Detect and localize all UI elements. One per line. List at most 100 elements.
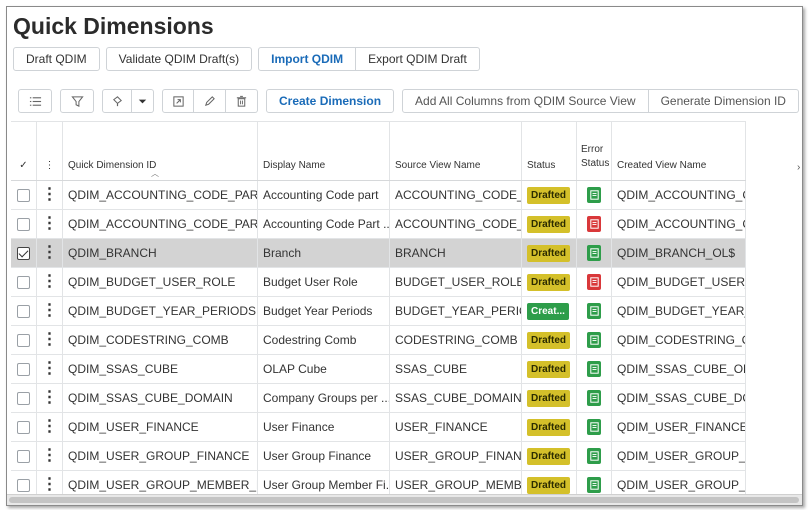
row-menu-cell[interactable]: ⋮ [37, 181, 63, 209]
cell-quick-dimension-id[interactable]: QDIM_SSAS_CUBE_DOMAIN [63, 384, 258, 412]
row-checkbox[interactable] [17, 275, 30, 289]
column-header-error-status[interactable]: Error Status [577, 122, 612, 180]
row-checkbox-cell[interactable] [11, 355, 37, 383]
row-checkbox-cell[interactable] [11, 413, 37, 441]
cell-display-name[interactable]: OLAP Cube [258, 355, 390, 383]
kebab-menu-icon[interactable]: ⋮ [42, 477, 58, 493]
row-checkbox[interactable] [17, 304, 30, 318]
import-qdim-button[interactable]: Import QDIM [258, 47, 357, 71]
cell-display-name[interactable]: Accounting Code part [258, 181, 390, 209]
column-resize-handle[interactable]: › [797, 162, 800, 173]
table-row[interactable]: ⋮ QDIM_BUDGET_YEAR_PERIODS Budget Year Per… [11, 297, 746, 326]
open-detail-button[interactable] [162, 89, 194, 113]
cell-status[interactable]: Drafted [522, 384, 577, 412]
row-checkbox[interactable] [17, 333, 30, 347]
error-status-icon[interactable] [587, 274, 601, 290]
paint-dropdown-button[interactable] [132, 89, 154, 113]
kebab-menu-icon[interactable]: ⋮ [42, 274, 58, 290]
cell-source-view-name[interactable]: CODESTRING_COMB [390, 326, 522, 354]
row-checkbox[interactable] [17, 217, 30, 231]
cell-created-view-name[interactable]: QDIM_BUDGET_YEAR_... [612, 297, 746, 325]
cell-created-view-name[interactable]: QDIM_ACCOUNTING_C... [612, 181, 746, 209]
table-row[interactable]: ⋮ QDIM_BRANCH Branch BRANCH Drafted QDIM_BRAN… [11, 239, 746, 268]
error-status-icon[interactable] [587, 332, 601, 348]
add-all-columns-button[interactable]: Add All Columns from QDIM Source View [402, 89, 649, 113]
paint-button[interactable] [102, 89, 132, 113]
row-menu-cell[interactable]: ⋮ [37, 297, 63, 325]
cell-source-view-name[interactable]: SSAS_CUBE_DOMAIN [390, 384, 522, 412]
cell-display-name[interactable]: User Group Finance [258, 442, 390, 470]
cell-status[interactable]: Drafted [522, 181, 577, 209]
cell-source-view-name[interactable]: ACCOUNTING_CODE_P... [390, 181, 522, 209]
cell-status[interactable]: Creat... [522, 297, 577, 325]
cell-error-status[interactable] [577, 384, 612, 412]
row-checkbox[interactable] [17, 420, 30, 434]
cell-error-status[interactable] [577, 413, 612, 441]
cell-display-name[interactable]: Accounting Code Part ... [258, 210, 390, 238]
cell-quick-dimension-id[interactable]: QDIM_USER_GROUP_FINANCE [63, 442, 258, 470]
list-toggle-button[interactable] [18, 89, 52, 113]
cell-display-name[interactable]: Budget User Role [258, 268, 390, 296]
kebab-menu-icon[interactable]: ⋮ [42, 187, 58, 203]
column-header-source-view-name[interactable]: Source View Name [390, 122, 522, 180]
draft-qdim-button[interactable]: Draft QDIM [13, 47, 100, 71]
cell-quick-dimension-id[interactable]: QDIM_USER_FINANCE [63, 413, 258, 441]
cell-status[interactable]: Drafted [522, 239, 577, 267]
table-row[interactable]: ⋮ QDIM_USER_FINANCE User Finance USER_FINAN… [11, 413, 746, 442]
cell-source-view-name[interactable]: USER_GROUP_FINANCE [390, 442, 522, 470]
cell-status[interactable]: Drafted [522, 442, 577, 470]
error-status-icon[interactable] [587, 419, 601, 435]
table-row[interactable]: ⋮ QDIM_BUDGET_USER_ROLE Budget User Role BU… [11, 268, 746, 297]
column-header-status[interactable]: Status [522, 122, 577, 180]
cell-quick-dimension-id[interactable]: QDIM_ACCOUNTING_CODE_PART_... [63, 210, 258, 238]
error-status-icon[interactable] [587, 245, 601, 261]
cell-created-view-name[interactable]: QDIM_SSAS_CUBE_OL$ [612, 355, 746, 383]
kebab-menu-icon[interactable]: ⋮ [42, 361, 58, 377]
kebab-menu-icon[interactable]: ⋮ [42, 419, 58, 435]
row-menu-cell[interactable]: ⋮ [37, 268, 63, 296]
scrollbar-thumb[interactable] [9, 497, 799, 503]
table-row[interactable]: ⋮ QDIM_CODESTRING_COMB Codestring Comb CODE… [11, 326, 746, 355]
cell-status[interactable]: Drafted [522, 413, 577, 441]
cell-display-name[interactable]: User Finance [258, 413, 390, 441]
cell-created-view-name[interactable]: QDIM_BRANCH_OL$ [612, 239, 746, 267]
column-menu-header[interactable]: ⋮ [37, 122, 63, 180]
cell-display-name[interactable]: Branch [258, 239, 390, 267]
row-menu-cell[interactable]: ⋮ [37, 326, 63, 354]
cell-created-view-name[interactable]: QDIM_CODESTRING_C... [612, 326, 746, 354]
cell-error-status[interactable] [577, 442, 612, 470]
column-header-display-name[interactable]: Display Name [258, 122, 390, 180]
cell-quick-dimension-id[interactable]: QDIM_CODESTRING_COMB [63, 326, 258, 354]
kebab-menu-icon[interactable]: ⋮ [42, 390, 58, 406]
row-checkbox-cell[interactable] [11, 210, 37, 238]
cell-created-view-name[interactable]: QDIM_SSAS_CUBE_DO... [612, 384, 746, 412]
row-checkbox[interactable] [17, 478, 30, 492]
cell-display-name[interactable]: Company Groups per ... [258, 384, 390, 412]
cell-source-view-name[interactable]: SSAS_CUBE [390, 355, 522, 383]
cell-status[interactable]: Drafted [522, 355, 577, 383]
table-row[interactable]: ⋮ QDIM_SSAS_CUBE OLAP Cube SSAS_CUBE Drafted… [11, 355, 746, 384]
cell-quick-dimension-id[interactable]: QDIM_BRANCH [63, 239, 258, 267]
cell-source-view-name[interactable]: ACCOUNTING_CODE_P... [390, 210, 522, 238]
cell-status[interactable]: Drafted [522, 326, 577, 354]
horizontal-scrollbar[interactable] [7, 494, 802, 505]
edit-button[interactable] [194, 89, 226, 113]
row-menu-cell[interactable]: ⋮ [37, 413, 63, 441]
row-menu-cell[interactable]: ⋮ [37, 210, 63, 238]
column-header-created-view-name[interactable]: Created View Name [612, 122, 746, 180]
cell-quick-dimension-id[interactable]: QDIM_SSAS_CUBE [63, 355, 258, 383]
cell-quick-dimension-id[interactable]: QDIM_BUDGET_YEAR_PERIODS [63, 297, 258, 325]
validate-qdim-draft-button[interactable]: Validate QDIM Draft(s) [105, 47, 253, 71]
kebab-menu-icon[interactable]: ⋮ [42, 448, 58, 464]
cell-error-status[interactable] [577, 181, 612, 209]
row-checkbox[interactable] [17, 362, 30, 376]
row-checkbox[interactable] [17, 188, 30, 202]
cell-error-status[interactable] [577, 268, 612, 296]
row-menu-cell[interactable]: ⋮ [37, 239, 63, 267]
row-checkbox-cell[interactable] [11, 239, 37, 267]
kebab-menu-icon[interactable]: ⋮ [42, 332, 58, 348]
row-menu-cell[interactable]: ⋮ [37, 355, 63, 383]
delete-button[interactable] [226, 89, 258, 113]
cell-source-view-name[interactable]: USER_FINANCE [390, 413, 522, 441]
error-status-icon[interactable] [587, 303, 601, 319]
